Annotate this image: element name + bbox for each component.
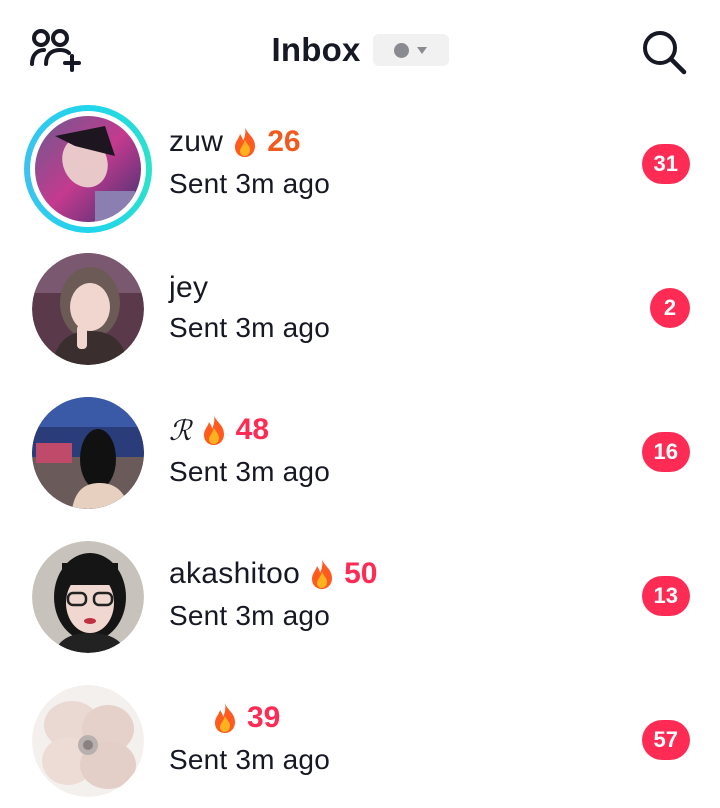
message-status: Sent 3m ago <box>169 168 330 199</box>
flame-icon <box>215 703 235 733</box>
flame-icon <box>312 559 333 589</box>
message-status: Sent 3m ago <box>169 312 330 343</box>
name-line: ℛ 48 <box>169 410 269 450</box>
message-status: Sent 3m ago <box>169 456 330 487</box>
caret-down-icon <box>417 46 427 54</box>
conversation-row[interactable]: ℛ 48 Sent 3m ago 16 <box>0 380 720 524</box>
avatar-wrap[interactable] <box>32 397 144 509</box>
status-dropdown[interactable] <box>372 34 449 66</box>
avatar <box>32 541 144 653</box>
page-title: Inbox <box>271 31 361 68</box>
unread-badge: 31 <box>641 144 690 184</box>
name-line: 39 <box>203 698 280 738</box>
avatar-frame <box>30 111 146 227</box>
avatar-wrap[interactable] <box>32 253 144 365</box>
name-line: akashitoo 50 <box>169 554 378 594</box>
flame-icon <box>235 127 256 157</box>
title-group: Inbox <box>0 30 720 70</box>
contact-name: akashitoo <box>169 557 301 590</box>
avatar <box>35 116 141 222</box>
search-icon[interactable] <box>640 28 688 76</box>
unread-badge: 2 <box>650 288 690 328</box>
avatar <box>32 253 144 365</box>
unread-badge: 57 <box>641 720 690 760</box>
contact-name: jey <box>169 271 209 304</box>
flame-icon <box>203 415 224 445</box>
streak-count: 26 <box>267 125 301 158</box>
streak-count: 39 <box>247 701 281 734</box>
status-dot-icon <box>394 42 409 58</box>
unread-badge: 16 <box>641 432 690 472</box>
conversation-row[interactable]: jey Sent 3m ago 2 <box>0 236 720 380</box>
avatar-wrap[interactable] <box>32 685 144 797</box>
avatar <box>32 685 144 797</box>
avatar-story-ring[interactable] <box>24 105 152 233</box>
name-line: jey <box>169 268 208 308</box>
conversation-row[interactable]: zuw 26 Sent 3m ago 31 <box>0 92 720 236</box>
conversation-row[interactable]: akashitoo 50 Sent 3m ago 13 <box>0 524 720 668</box>
message-status: Sent 3m ago <box>169 600 330 631</box>
streak-count: 50 <box>344 557 378 590</box>
avatar <box>32 397 144 509</box>
message-status: Sent 3m ago <box>169 744 330 775</box>
inbox-header: Inbox <box>0 0 720 100</box>
streak-count: 48 <box>235 413 270 446</box>
conversation-row[interactable]: 39 Sent 3m ago 57 <box>0 668 720 808</box>
unread-badge: 13 <box>641 576 690 616</box>
name-line: zuw 26 <box>169 122 301 162</box>
contact-name: zuw <box>169 125 224 158</box>
avatar-wrap[interactable] <box>32 541 144 653</box>
contact-name: ℛ <box>169 413 192 447</box>
